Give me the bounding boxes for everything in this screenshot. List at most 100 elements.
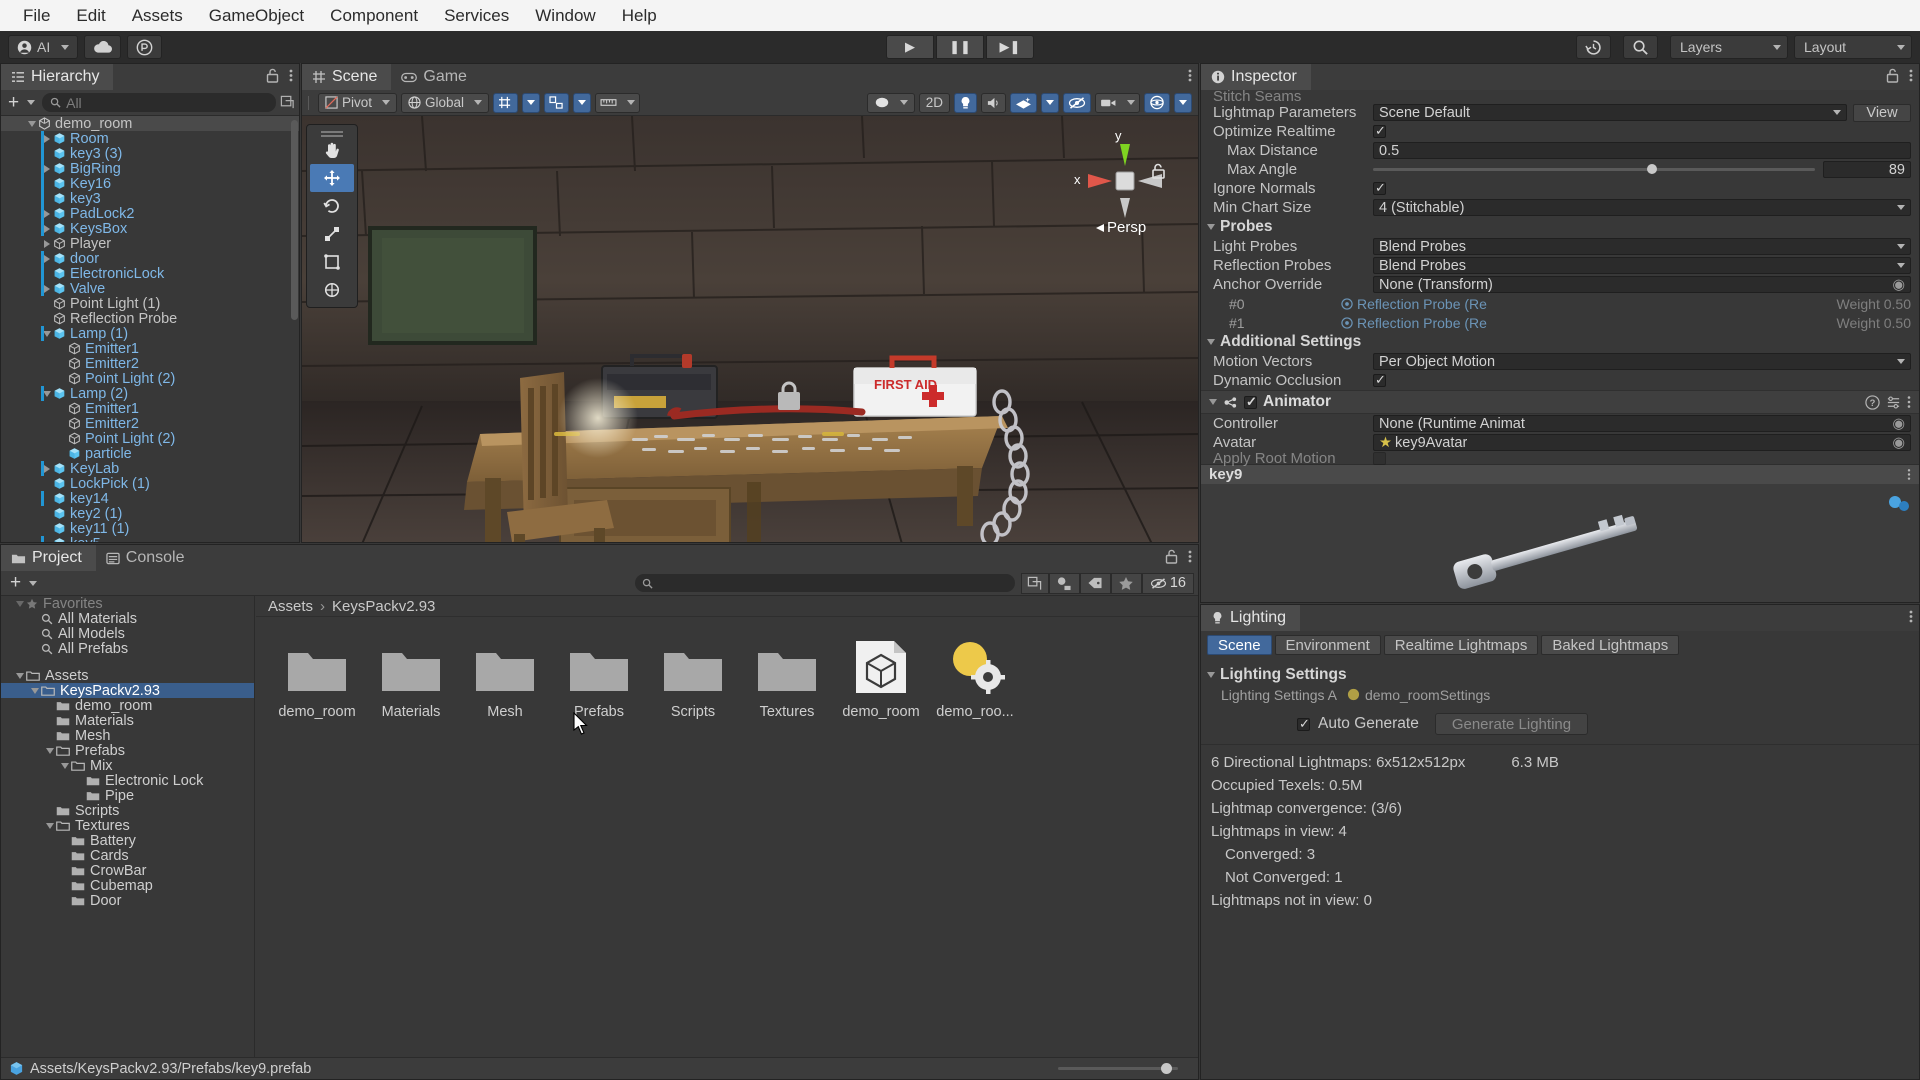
layers-dropdown[interactable]: Layers xyxy=(1670,35,1788,59)
lighting-tab-scene[interactable]: Scene xyxy=(1207,635,1272,655)
gizmos-dropdown[interactable] xyxy=(1174,92,1192,113)
hierarchy-item[interactable]: Lamp (2) xyxy=(1,386,299,402)
asset-preview[interactable] xyxy=(1201,484,1919,602)
property-checkbox[interactable] xyxy=(1373,123,1386,139)
project-tree-item[interactable]: demo_room xyxy=(1,698,254,714)
tab-lighting[interactable]: Lighting xyxy=(1201,605,1301,631)
lock-icon[interactable] xyxy=(266,68,279,83)
property-checkbox[interactable] xyxy=(1373,372,1386,388)
hierarchy-item[interactable]: key2 (1) xyxy=(1,506,299,522)
help-icon[interactable]: ? xyxy=(1865,394,1880,410)
zoom-slider-handle[interactable] xyxy=(1161,1063,1173,1074)
project-add-button[interactable]: + xyxy=(5,573,42,592)
dropdown-field[interactable]: Blend Probes xyxy=(1373,238,1911,255)
chevron-down-icon[interactable] xyxy=(1207,224,1215,230)
menu-item-assets[interactable]: Assets xyxy=(119,0,196,31)
object-field[interactable]: None (Runtime Animat ◉ xyxy=(1373,415,1911,432)
object-field[interactable]: None (Transform) ◉ xyxy=(1373,276,1911,293)
tab-scene[interactable]: Scene xyxy=(302,64,392,90)
hierarchy-item[interactable]: key11 (1) xyxy=(1,521,299,537)
hierarchy-item[interactable]: demo_room xyxy=(1,116,299,132)
menu-item-file[interactable]: File xyxy=(10,0,63,31)
hierarchy-item[interactable]: Emitter1 xyxy=(1,341,299,357)
project-tree-item[interactable]: Mix xyxy=(1,758,254,774)
project-tree-item[interactable]: Cubemap xyxy=(1,878,254,894)
twod-toggle[interactable]: 2D xyxy=(918,92,950,113)
hierarchy-item[interactable]: Emitter2 xyxy=(1,356,299,372)
auto-generate-checkbox[interactable] xyxy=(1297,716,1310,732)
chevron-down-icon[interactable] xyxy=(1207,672,1215,678)
chevron-down-icon[interactable] xyxy=(1207,339,1215,345)
inspector-content[interactable]: Stitch Seams Lightmap Parameters Scene Def… xyxy=(1201,90,1919,602)
effects-toggle[interactable] xyxy=(1010,92,1037,113)
generate-lighting-button[interactable]: Generate Lighting xyxy=(1434,713,1589,735)
hierarchy-item[interactable]: Point Light (1) xyxy=(1,296,299,312)
menu-item-window[interactable]: Window xyxy=(522,0,608,31)
hierarchy-item[interactable]: key14 xyxy=(1,491,299,507)
label-filter-button[interactable] xyxy=(1079,572,1111,594)
hierarchy-item[interactable]: door xyxy=(1,251,299,267)
dropdown-field[interactable]: Blend Probes xyxy=(1373,257,1911,274)
twisty[interactable] xyxy=(28,687,41,694)
asset-item[interactable]: Mesh xyxy=(458,639,552,720)
scene-view-gizmo[interactable]: y x Persp xyxy=(1052,122,1182,262)
tab-hierarchy[interactable]: Hierarchy xyxy=(1,64,114,90)
hierarchy-item[interactable]: Key16 xyxy=(1,176,299,192)
kebab-menu-icon[interactable] xyxy=(289,68,293,83)
hierarchy-item[interactable]: Point Light (2) xyxy=(1,371,299,387)
menu-item-services[interactable]: Services xyxy=(431,0,522,31)
collab-button[interactable] xyxy=(127,35,163,59)
project-tree-item[interactable] xyxy=(1,656,254,668)
object-picker-icon[interactable]: ◉ xyxy=(1892,416,1905,432)
project-tree-item[interactable]: Favorites xyxy=(1,596,254,612)
gizmos-toggle[interactable] xyxy=(1144,92,1170,113)
hierarchy-item[interactable]: key5 xyxy=(1,536,299,542)
project-tree-item[interactable]: All Prefabs xyxy=(1,641,254,657)
twisty[interactable] xyxy=(13,672,26,679)
preset-icon[interactable] xyxy=(1886,395,1901,410)
type-filter-button[interactable] xyxy=(1048,572,1080,594)
project-tree-item[interactable]: Assets xyxy=(1,668,254,684)
kebab-menu-icon[interactable] xyxy=(1188,68,1192,83)
breadcrumb-item[interactable]: KeysPackv2.93 xyxy=(332,598,435,615)
hierarchy-item[interactable]: Reflection Probe xyxy=(1,311,299,327)
animator-enabled-checkbox[interactable] xyxy=(1244,394,1257,410)
hierarchy-item[interactable]: BigRing xyxy=(1,161,299,177)
text-field[interactable]: 0.5 xyxy=(1373,142,1911,159)
asset-item[interactable]: Scripts xyxy=(646,639,740,720)
toolbar-handle[interactable] xyxy=(308,95,314,110)
project-tree-item[interactable]: CrowBar xyxy=(1,863,254,879)
hierarchy-expand-icon[interactable] xyxy=(280,95,295,110)
ruler-toggle[interactable] xyxy=(595,92,641,113)
project-tree-item[interactable]: Battery xyxy=(1,833,254,849)
project-tree-item[interactable]: All Materials xyxy=(1,611,254,627)
hidden-assets-toggle[interactable]: 16 xyxy=(1141,572,1194,594)
hierarchy-item[interactable]: key3 xyxy=(1,191,299,207)
project-tree-item[interactable]: Materials xyxy=(1,713,254,729)
lighting-tab-realtime-lightmaps[interactable]: Realtime Lightmaps xyxy=(1383,635,1539,655)
pause-button[interactable]: ❚❚ xyxy=(936,35,984,59)
dropdown-field[interactable]: Per Object Motion xyxy=(1373,353,1911,370)
snap-increment-dropdown[interactable] xyxy=(573,92,592,113)
slider-value-field[interactable]: 89 xyxy=(1823,161,1911,178)
project-tree-item[interactable]: KeysPackv2.93 xyxy=(1,683,254,699)
lock-icon[interactable] xyxy=(1886,68,1899,83)
scene-camera-button[interactable] xyxy=(1095,92,1140,113)
asset-item[interactable]: Textures xyxy=(740,639,834,720)
inspector-section-header[interactable]: Additional Settings xyxy=(1201,332,1919,352)
snap-increment-toggle[interactable] xyxy=(544,92,570,113)
kebab-menu-icon[interactable] xyxy=(1907,468,1911,481)
inspector-section-header[interactable]: Probes xyxy=(1201,217,1919,237)
account-button[interactable]: AI xyxy=(8,35,79,59)
property-checkbox[interactable] xyxy=(1373,180,1386,196)
project-folder-tree[interactable]: Favorites All Materials All Models All Pref… xyxy=(1,596,255,1079)
move-tool-button[interactable] xyxy=(310,164,354,192)
twisty[interactable] xyxy=(58,762,71,769)
object-field[interactable]: ★ key9Avatar ◉ xyxy=(1373,434,1911,451)
object-picker-icon[interactable]: ◉ xyxy=(1892,277,1905,293)
twisty[interactable] xyxy=(40,239,53,248)
breadcrumb[interactable]: Assets › KeysPackv2.93 xyxy=(256,596,1198,617)
menu-item-edit[interactable]: Edit xyxy=(63,0,118,31)
lighting-settings-header[interactable]: Lighting Settings xyxy=(1201,665,1919,685)
cloud-button[interactable] xyxy=(84,35,122,59)
